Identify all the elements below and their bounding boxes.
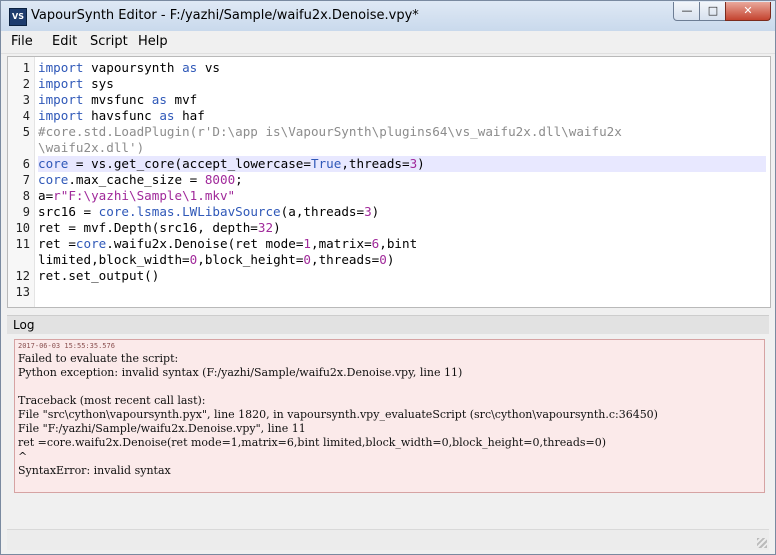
line-number: 13 [15,285,30,299]
code-line-current[interactable]: core = vs.get_core(accept_lowercase=True… [38,156,766,172]
code-line[interactable]: import havsfunc as haf [38,108,766,124]
line-number: 8 [22,189,30,203]
code-line[interactable]: src16 = core.lsmas.LWLibavSource(a,threa… [38,204,766,220]
log-timestamp: 2017-06-03 15:55:35.576 [18,342,115,350]
code-line[interactable]: ret.set_output() [38,268,766,284]
line-number: 7 [22,173,30,187]
code-line[interactable]: import sys [38,76,766,92]
log-line: Failed to evaluate the script: [18,352,179,365]
line-number-gutter: 1 2 3 4 5 6 7 8 9 10 11 12 13 [8,57,35,307]
window-title: VapourSynth Editor - F:/yazhi/Sample/wai… [31,8,419,23]
maximize-button[interactable]: □ [699,2,727,21]
line-number: 11 [15,237,30,251]
line-number: 10 [15,221,30,235]
menu-bar: File Edit Script Help [1,31,775,54]
log-title: Log [13,318,35,332]
menu-help[interactable]: Help [138,34,168,49]
menu-edit[interactable]: Edit [52,34,77,49]
code-line[interactable] [38,284,766,300]
log-line: File "F:/yazhi/Sample/waifu2x.Denoise.vp… [18,422,306,435]
code-line[interactable]: ret =core.waifu2x.Denoise(ret mode=1,mat… [38,236,766,252]
menu-file[interactable]: File [11,34,33,49]
log-line: Python exception: invalid syntax (F:/yaz… [18,366,463,379]
log-line: ret =core.waifu2x.Denoise(ret mode=1,mat… [18,436,607,449]
code-line[interactable]: limited,block_width=0,block_height=0,thr… [38,252,766,268]
script-editor[interactable]: 1 2 3 4 5 6 7 8 9 10 11 12 13 import vap… [7,56,771,308]
code-line[interactable]: ret = mvf.Depth(src16, depth=32) [38,220,766,236]
log-line: SyntaxError: invalid syntax [18,464,171,477]
code-line[interactable]: core.max_cache_size = 8000; [38,172,766,188]
code-line[interactable]: #core.std.LoadPlugin(r'D:\app is\VapourS… [38,124,766,140]
resize-grip-icon[interactable] [757,538,767,548]
code-area[interactable]: import vapoursynth as vs import sys impo… [38,60,766,300]
code-line[interactable]: import vapoursynth as vs [38,60,766,76]
line-number: 4 [22,109,30,123]
minimize-button[interactable]: — [673,2,701,21]
code-line[interactable]: import mvsfunc as mvf [38,92,766,108]
vapoursynth-app-icon: VS [9,8,27,26]
log-panel-header: Log [7,315,769,334]
code-line[interactable]: \waifu2x.dll') [38,140,766,156]
status-bar [7,529,769,550]
editor-window: VS VapourSynth Editor - F:/yazhi/Sample/… [0,0,776,555]
title-bar[interactable]: VS VapourSynth Editor - F:/yazhi/Sample/… [1,1,775,31]
line-number: 1 [22,61,30,75]
line-number: 9 [22,205,30,219]
line-number: 12 [15,269,30,283]
line-number: 5 [22,125,30,139]
line-number: 2 [22,77,30,91]
log-output[interactable]: 2017-06-03 15:55:35.576 Failed to evalua… [14,339,765,493]
line-number: 6 [22,157,30,171]
log-line: Traceback (most recent call last): [18,394,206,407]
log-line: ^ [18,450,28,463]
log-line: File "src\cython\vapoursynth.pyx", line … [18,408,658,421]
close-button[interactable]: ✕ [725,2,771,21]
menu-script[interactable]: Script [90,34,128,49]
line-number: 3 [22,93,30,107]
code-line[interactable]: a=r"F:\yazhi\Sample\1.mkv" [38,188,766,204]
